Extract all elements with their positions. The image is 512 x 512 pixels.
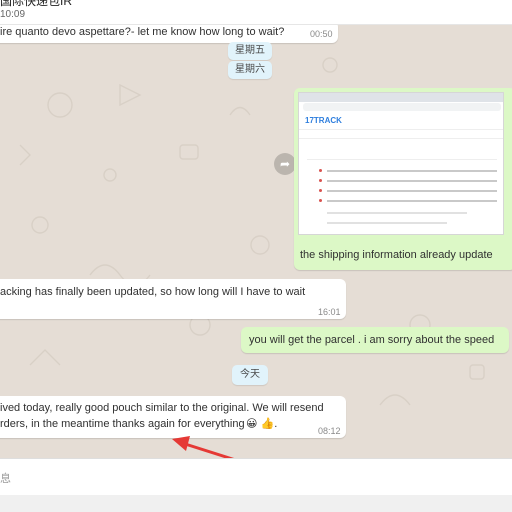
message-input[interactable]: 息 — [0, 459, 512, 495]
annotation-arrow — [172, 436, 293, 480]
message-input-placeholder: 息 — [0, 473, 11, 485]
composer: 息 — [0, 458, 512, 512]
